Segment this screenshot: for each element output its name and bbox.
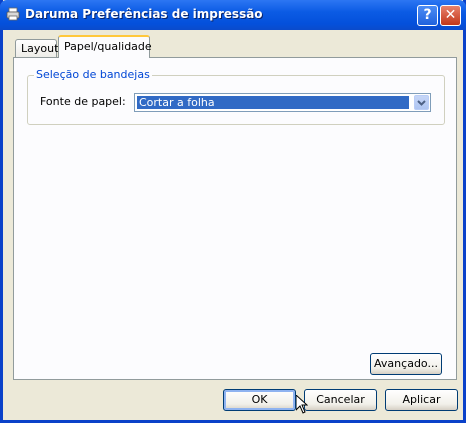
tray-selection-group: Seleção de bandejas Fonte de papel: Cort…: [27, 68, 445, 125]
printer-icon: [6, 7, 20, 21]
paper-source-value: Cortar a folha: [136, 95, 410, 110]
paper-source-label: Fonte de papel:: [40, 95, 126, 108]
dialog-window: Daruma Preferências de impressão ? ✕ Lay…: [0, 0, 466, 423]
mouse-cursor-icon: [296, 395, 308, 414]
window-title: Daruma Preferências de impressão: [25, 7, 263, 21]
help-button[interactable]: ?: [417, 5, 438, 26]
tab-layout[interactable]: Layout: [15, 39, 58, 58]
close-button[interactable]: ✕: [440, 5, 461, 26]
cancel-button[interactable]: Cancelar: [304, 389, 377, 411]
apply-button[interactable]: Aplicar: [385, 389, 458, 411]
chevron-down-icon[interactable]: [414, 95, 429, 110]
group-title: Seleção de bandejas: [34, 68, 152, 81]
tab-panel: Seleção de bandejas Fonte de papel: Cort…: [13, 57, 457, 380]
title-bar[interactable]: Daruma Preferências de impressão ? ✕: [0, 0, 466, 30]
advanced-button[interactable]: Avançado...: [370, 353, 442, 375]
paper-source-select[interactable]: Cortar a folha: [134, 93, 431, 112]
tab-paper-quality[interactable]: Papel/qualidade: [58, 35, 152, 58]
ok-button[interactable]: OK: [223, 389, 296, 411]
